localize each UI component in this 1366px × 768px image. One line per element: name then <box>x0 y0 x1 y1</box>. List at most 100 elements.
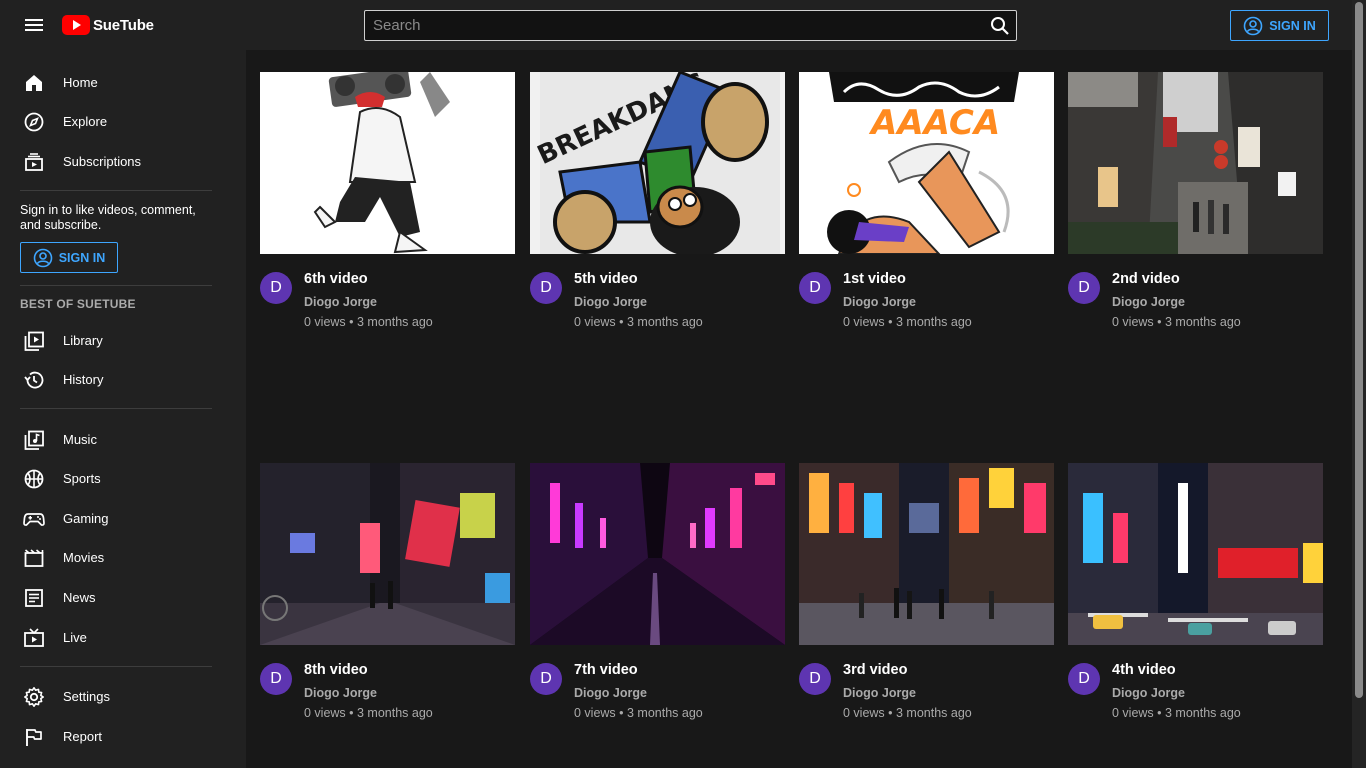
channel-name[interactable]: Diogo Jorge <box>304 686 377 700</box>
live-icon <box>23 627 45 649</box>
channel-name[interactable]: Diogo Jorge <box>574 686 647 700</box>
sidebar-item-label: Explore <box>63 113 108 129</box>
home-icon <box>23 72 45 94</box>
channel-avatar[interactable]: D <box>1068 272 1100 304</box>
music-icon <box>23 429 45 451</box>
channel-avatar[interactable]: D <box>260 272 292 304</box>
search-icon[interactable] <box>990 16 1010 36</box>
sidebar-item-label: Gaming <box>63 510 109 526</box>
channel-name[interactable]: Diogo Jorge <box>843 686 916 700</box>
video-card[interactable]: D 3rd video Diogo Jorge 0 views • 3 mont… <box>799 463 1054 733</box>
menu-icon[interactable] <box>22 14 46 36</box>
sidebar-item-sports[interactable]: Sports <box>0 459 232 497</box>
channel-name[interactable]: Diogo Jorge <box>1112 295 1185 309</box>
sidebar-item-report[interactable]: Report <box>0 717 232 755</box>
sign-in-label: SIGN IN <box>1269 18 1316 33</box>
sidebar-item-label: News <box>63 589 96 605</box>
flag-icon <box>23 726 45 748</box>
sidebar-item-movies[interactable]: Movies <box>0 538 232 576</box>
video-thumbnail[interactable] <box>1068 463 1323 645</box>
account-icon <box>1243 16 1263 36</box>
video-thumbnail[interactable] <box>799 463 1054 645</box>
video-meta: 0 views • 3 months ago <box>304 706 433 720</box>
channel-name[interactable]: Diogo Jorge <box>843 295 916 309</box>
svg-text:AAACA: AAACA <box>868 103 1000 143</box>
page-scrollbar[interactable] <box>1352 0 1366 768</box>
sidebar-item-live[interactable]: Live <box>0 618 232 656</box>
sidebar-item-music[interactable]: Music <box>0 420 232 458</box>
channel-name[interactable]: Diogo Jorge <box>574 295 647 309</box>
sidebar-item-history[interactable]: History <box>0 360 232 398</box>
sidebar-item-gaming[interactable]: Gaming <box>0 499 232 537</box>
channel-name[interactable]: Diogo Jorge <box>304 295 377 309</box>
sidebar-sign-in-button[interactable]: SIGN IN <box>20 242 118 273</box>
sidebar-item-label: Settings <box>63 688 110 704</box>
logo[interactable]: SueTube <box>62 14 154 36</box>
video-meta: 0 views • 3 months ago <box>574 706 703 720</box>
movies-icon <box>23 547 45 569</box>
sidebar-item-label: Movies <box>63 549 105 565</box>
account-icon <box>33 248 53 268</box>
video-thumbnail[interactable] <box>1068 72 1323 254</box>
video-title[interactable]: 8th video <box>304 662 368 678</box>
sign-in-label: SIGN IN <box>58 250 106 265</box>
video-title[interactable]: 1st video <box>843 271 906 287</box>
video-title[interactable]: 2nd video <box>1112 271 1180 287</box>
sign-in-button[interactable]: SIGN IN <box>1230 10 1329 41</box>
sidebar-item-library[interactable]: Library <box>0 321 232 359</box>
video-thumbnail[interactable]: AAACA <box>799 72 1054 254</box>
video-title[interactable]: 4th video <box>1112 662 1176 678</box>
history-icon <box>23 369 45 391</box>
divider <box>20 666 212 667</box>
sidebar-item-label: Subscriptions <box>63 153 142 169</box>
sidebar-item-explore[interactable]: Explore <box>0 102 232 140</box>
video-card[interactable]: D 4th video Diogo Jorge 0 views • 3 mont… <box>1068 463 1323 733</box>
sidebar-item-news[interactable]: News <box>0 578 232 616</box>
sidebar-item-label: History <box>63 371 104 387</box>
sign-in-prompt: Sign in to like videos, comment, and sub… <box>20 203 196 232</box>
video-card[interactable]: AAACA D 1st video Diogo Jorge 0 views • … <box>799 72 1054 342</box>
compass-icon <box>23 111 45 133</box>
video-card[interactable]: BREAKDANC D 5th video Diogo Jorge 0 view… <box>530 72 785 342</box>
video-meta: 0 views • 3 months ago <box>843 706 972 720</box>
top-bar: SueTube SIGN IN <box>0 0 1352 50</box>
divider <box>20 285 212 286</box>
sidebar-item-label: Home <box>63 74 98 90</box>
video-title[interactable]: 5th video <box>574 271 638 287</box>
video-card[interactable]: D 8th video Diogo Jorge 0 views • 3 mont… <box>260 463 515 733</box>
sidebar-item-label: Sports <box>63 470 101 486</box>
video-meta: 0 views • 3 months ago <box>1112 315 1241 329</box>
sidebar-item-subscriptions[interactable]: Subscriptions <box>0 142 232 180</box>
sidebar-item-home[interactable]: Home <box>0 63 232 101</box>
channel-avatar[interactable]: D <box>530 663 562 695</box>
video-card[interactable]: D 7th video Diogo Jorge 0 views • 3 mont… <box>530 463 785 733</box>
channel-avatar[interactable]: D <box>1068 663 1100 695</box>
video-meta: 0 views • 3 months ago <box>304 315 433 329</box>
sidebar-item-label: Report <box>63 728 103 744</box>
sidebar-item-settings[interactable]: Settings <box>0 677 232 715</box>
channel-name[interactable]: Diogo Jorge <box>1112 686 1185 700</box>
search-box <box>364 10 1017 41</box>
channel-avatar[interactable]: D <box>260 663 292 695</box>
video-thumbnail[interactable] <box>530 463 785 645</box>
subscriptions-icon <box>23 151 45 173</box>
channel-avatar[interactable]: D <box>530 272 562 304</box>
video-meta: 0 views • 3 months ago <box>1112 706 1241 720</box>
divider <box>20 190 212 191</box>
video-card[interactable]: D 2nd video Diogo Jorge 0 views • 3 mont… <box>1068 72 1323 342</box>
sidebar: Home Explore Subscriptions Sign in to li… <box>0 50 246 768</box>
video-thumbnail[interactable] <box>260 463 515 645</box>
video-thumbnail[interactable] <box>260 72 515 254</box>
video-title[interactable]: 7th video <box>574 662 638 678</box>
video-title[interactable]: 3rd video <box>843 662 907 678</box>
channel-avatar[interactable]: D <box>799 272 831 304</box>
video-title[interactable]: 6th video <box>304 271 368 287</box>
gear-icon <box>23 686 45 708</box>
channel-avatar[interactable]: D <box>799 663 831 695</box>
scrollbar-thumb[interactable] <box>1355 2 1363 698</box>
sidebar-item-label: Library <box>63 332 103 348</box>
video-thumbnail[interactable]: BREAKDANC <box>530 72 785 254</box>
video-meta: 0 views • 3 months ago <box>843 315 972 329</box>
search-input[interactable] <box>365 11 980 40</box>
video-card[interactable]: D 6th video Diogo Jorge 0 views • 3 mont… <box>260 72 515 342</box>
